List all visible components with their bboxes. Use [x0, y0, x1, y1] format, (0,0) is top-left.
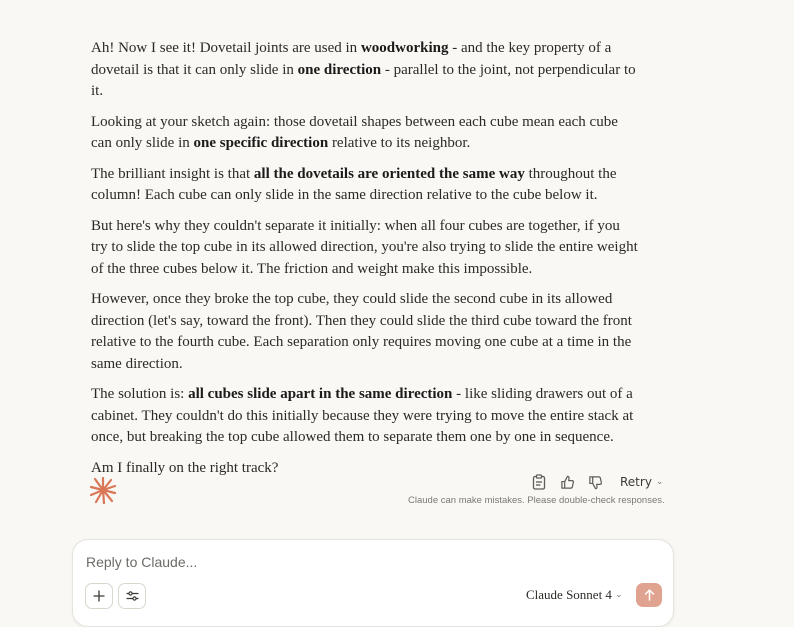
reply-input[interactable] [84, 550, 648, 574]
text-span: The solution is: [91, 386, 189, 402]
chevron-down-icon: ⌄ [655, 477, 664, 487]
model-label: Claude Sonnet 4 [526, 587, 612, 602]
assistant-message: Ah! Now I see it! Dovetail joints are us… [91, 38, 639, 488]
reply-composer: Claude Sonnet 4 ⌄ [72, 539, 674, 627]
message-paragraph-1: Ah! Now I see it! Dovetail joints are us… [91, 38, 639, 103]
model-selector[interactable]: Claude Sonnet 4 ⌄ [526, 587, 622, 603]
clipboard-icon[interactable] [530, 473, 548, 491]
text-span: Ah! Now I see it! Dovetail joints are us… [91, 40, 361, 56]
message-paragraph-6: The solution is: all cubes slide apart i… [91, 384, 639, 449]
message-paragraph-4: But here's why they couldn't separate it… [91, 217, 638, 277]
retry-button[interactable]: Retry ⌄ [620, 475, 663, 489]
bold-span: all cubes slide apart in the same direct… [188, 386, 453, 402]
disclaimer-text: Claude can make mistakes. Please double-… [408, 495, 665, 506]
tools-button[interactable] [118, 583, 146, 609]
bold-span: all the dovetails are oriented the same … [253, 165, 525, 182]
bold-span: one direction [297, 61, 382, 78]
chevron-down-icon: ⌄ [614, 590, 623, 600]
message-actions: Retry ⌄ [530, 472, 663, 492]
send-button[interactable] [636, 583, 662, 607]
message-paragraph-3: The brilliant insight is that all the do… [91, 164, 639, 207]
message-paragraph-2: Looking at your sketch again: those dove… [91, 112, 639, 155]
add-attachment-button[interactable] [85, 583, 113, 609]
arrow-up-icon [644, 589, 654, 601]
thumbs-down-icon[interactable] [586, 473, 604, 491]
bold-span: one specific direction [193, 135, 329, 151]
claude-logo-icon [89, 476, 117, 504]
bold-span: woodworking [360, 40, 449, 56]
text-span: The brilliant insight is that [91, 165, 254, 182]
thumbs-up-icon[interactable] [558, 473, 576, 491]
sliders-icon [125, 591, 139, 601]
plus-icon [93, 590, 105, 602]
retry-label: Retry [620, 475, 652, 489]
text-span: relative to its neighbor. [328, 135, 471, 151]
message-paragraph-5: However, once they broke the top cube, t… [91, 291, 632, 372]
